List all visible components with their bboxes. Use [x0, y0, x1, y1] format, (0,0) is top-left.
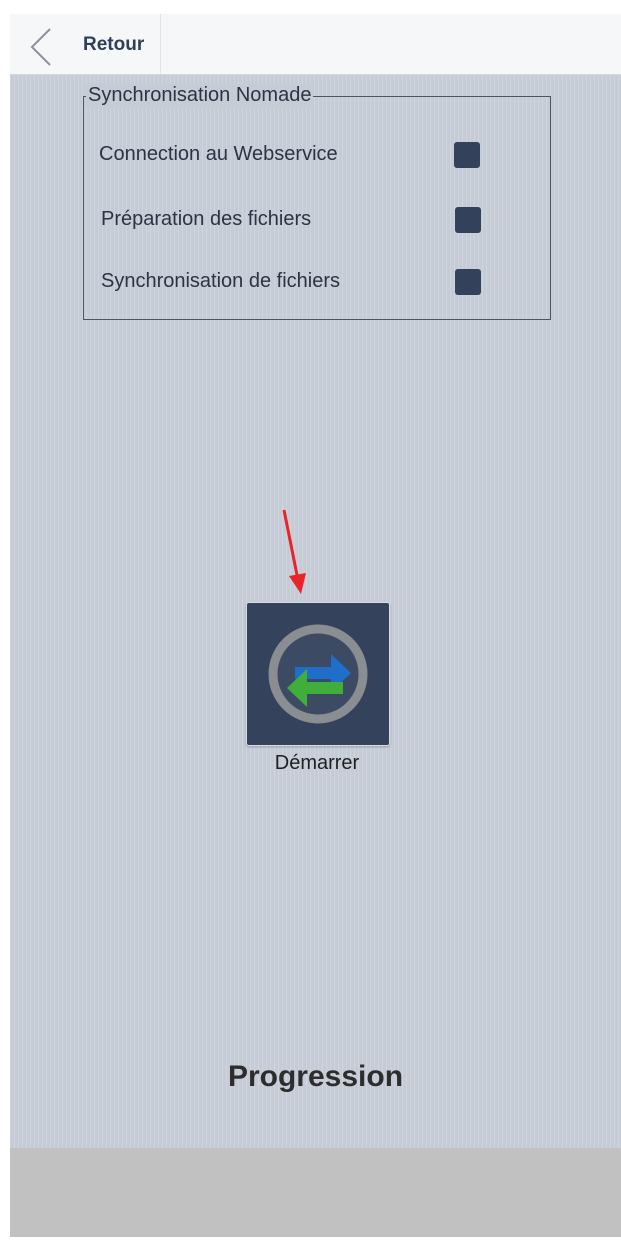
sync-arrows-icon	[268, 624, 368, 724]
red-arrow-annotation	[282, 509, 306, 594]
list-item: Synchronisation de fichiers	[84, 262, 550, 302]
start-label: Démarrer	[274, 752, 360, 774]
list-item: Préparation des fichiers	[84, 200, 550, 240]
step-label-synchronisation: Synchronisation de fichiers	[101, 270, 341, 292]
group-title: Synchronisation Nomade	[86, 84, 314, 107]
start-sync-button[interactable]	[246, 602, 390, 746]
back-label: Retour	[83, 34, 145, 55]
chevron-left-icon	[30, 28, 51, 66]
sync-group-box: Synchronisation Nomade Connection au Web…	[83, 84, 551, 320]
progress-bar	[10, 1148, 621, 1237]
step-label-preparation: Préparation des fichiers	[101, 208, 312, 230]
list-item: Connection au Webservice	[84, 135, 550, 175]
checkbox-synchronisation[interactable]	[455, 269, 481, 295]
app-frame: Retour Synchronisation Nomade Connection…	[10, 14, 621, 1237]
step-label-webservice: Connection au Webservice	[99, 143, 338, 165]
top-bar: Retour	[10, 14, 621, 75]
progress-title: Progression	[227, 1060, 404, 1093]
back-button[interactable]: Retour	[10, 14, 161, 74]
checkbox-preparation[interactable]	[455, 207, 481, 233]
checkbox-webservice[interactable]	[454, 142, 480, 168]
